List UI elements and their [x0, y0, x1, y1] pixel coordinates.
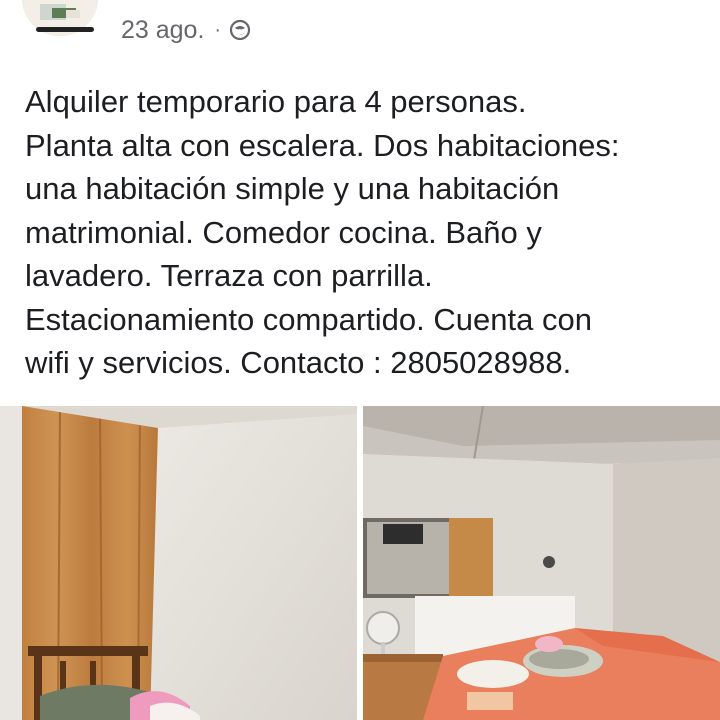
globe-icon[interactable] — [229, 19, 251, 41]
post-meta: 23 ago. · — [121, 14, 251, 46]
photo-grid — [0, 406, 720, 720]
post-body-text: Alquiler temporario para 4 personas. Pla… — [25, 84, 620, 380]
post-timestamp[interactable]: 23 ago. — [121, 16, 204, 45]
avatar-shadow — [36, 27, 94, 32]
post-header: 23 ago. · — [0, 0, 720, 60]
photo-bedroom-double-bed[interactable] — [363, 406, 720, 720]
meta-separator: · — [214, 18, 222, 41]
photo-bedroom-wood-wall[interactable] — [0, 406, 357, 720]
